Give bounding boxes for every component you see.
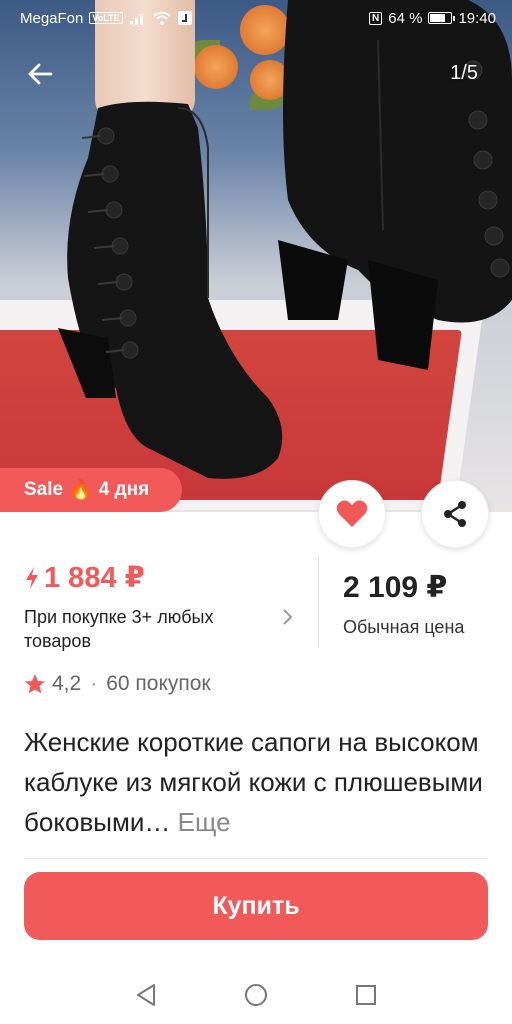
signal-icon [129,14,143,25]
regular-price-section: 2 109 ₽ Обычная цена [343,570,464,638]
back-button[interactable] [22,56,58,92]
share-button[interactable] [421,480,489,548]
triangle-back-icon [137,984,155,1006]
more-link[interactable]: Еще [178,807,231,837]
circle-home-icon [245,984,267,1006]
purchase-count: 60 покупок [106,672,211,695]
wifi-icon [152,11,171,25]
rating-separator: · [90,672,98,695]
sale-duration: 4 дня [98,479,150,500]
favorite-button[interactable] [318,480,386,548]
price-divider [318,558,319,648]
image-counter: 1/5 [450,62,478,84]
regular-price-label: Обычная цена [343,617,465,637]
star-icon [25,674,45,694]
square-recents-icon [356,985,376,1005]
carrier-label: MegaFon [20,9,84,27]
battery-icon [428,12,456,24]
share-icon [444,501,466,527]
notification-icon [177,11,192,25]
buy-button[interactable]: Купить [24,872,488,940]
price-block: 1 884 ₽ При покупке 3+ любых товаров 2 1… [0,548,512,658]
regular-price: 2 109 ₽ [343,571,448,604]
product-title: Женские короткие сапоги на высоком каблу… [24,722,494,842]
boot-left [58,101,283,479]
clock: 19:40 [458,9,496,27]
status-bar: MegaFon VoLTE N 64 % 19:40 [0,0,512,36]
promo-price: 1 884 ₽ [24,560,294,595]
sale-label: Sale [24,479,64,500]
promo-price-section[interactable]: 1 884 ₽ При покупке 3+ любых товаров [24,560,294,653]
nav-back-button[interactable] [131,980,161,1010]
sale-badge: Sale 🔥 4 дня [0,468,182,512]
nav-home-button[interactable] [241,980,271,1010]
nfc-icon: N [369,11,383,25]
product-image[interactable]: 1/5 [0,0,512,512]
lightning-icon [26,566,38,589]
volte-badge: VoLTE [89,12,123,24]
heart-icon [336,500,368,527]
arrow-left-icon [28,63,53,85]
rating-row[interactable]: 4,2 · 60 покупок [24,672,211,696]
nav-recents-button[interactable] [351,980,381,1010]
promo-condition: При покупке 3+ любых товаров [24,607,214,651]
system-nav-bar [0,966,512,1024]
fire-icon: 🔥 [69,480,93,501]
product-title-text: Женские короткие сапоги на высоком каблу… [24,727,483,837]
rating-value: 4,2 [52,672,82,695]
divider [24,858,488,859]
promo-price-value: 1 884 ₽ [44,562,145,594]
battery-percent: 64 % [388,9,423,27]
chevron-right-icon [283,609,293,625]
